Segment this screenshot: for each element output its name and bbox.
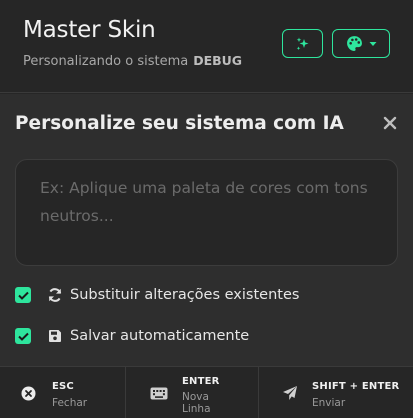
save-icon bbox=[46, 328, 63, 345]
sparkles-icon bbox=[296, 37, 308, 50]
shortcut-key-enter: ENTER bbox=[182, 376, 220, 387]
shortcut-key-esc: ESC bbox=[52, 381, 74, 392]
shortcut-esc: ESC Fechar bbox=[0, 367, 125, 418]
shortcut-key-shift-enter: SHIFT + ENTER bbox=[312, 381, 400, 392]
shortcut-enter: ENTER Nova Linha bbox=[125, 367, 258, 418]
keyboard-icon bbox=[150, 386, 168, 400]
shortcut-action-esc: Fechar bbox=[52, 397, 88, 409]
prompt-input[interactable]: Ex: Aplique uma paleta de cores com tons… bbox=[15, 159, 398, 266]
close-icon bbox=[383, 116, 397, 130]
close-circle-icon bbox=[20, 385, 36, 401]
panel-title: Personalize seu sistema com IA bbox=[15, 113, 344, 134]
debug-badge: DEBUG bbox=[193, 53, 243, 68]
send-icon bbox=[282, 385, 298, 401]
subtitle: Personalizando o sistema DEBUG bbox=[23, 53, 242, 69]
magic-button[interactable] bbox=[282, 29, 323, 58]
palette-button[interactable] bbox=[332, 29, 390, 58]
sync-icon bbox=[46, 287, 63, 304]
ai-panel: Personalize seu sistema com IA Ex: Apliq… bbox=[0, 94, 413, 366]
shortcut-action-shift-enter: Enviar bbox=[312, 397, 346, 409]
shortcut-action-enter: Nova Linha bbox=[182, 391, 211, 415]
option-replace[interactable]: Substituir alterações existentes bbox=[15, 284, 299, 306]
close-button[interactable] bbox=[379, 112, 401, 134]
shortcut-bar: ESC Fechar ENTER Nova Linha SHIFT + ENTE… bbox=[0, 366, 413, 418]
option-autosave[interactable]: Salvar automaticamente bbox=[15, 325, 249, 347]
app-title: Master Skin bbox=[23, 17, 156, 43]
shortcut-shift-enter: SHIFT + ENTER Enviar bbox=[258, 367, 413, 418]
replace-label: Substituir alterações existentes bbox=[70, 287, 300, 303]
header: Master Skin Personalizando o sistema DEBU… bbox=[0, 0, 413, 93]
subtitle-text: Personalizando o sistema bbox=[23, 54, 189, 69]
palette-icon bbox=[346, 36, 362, 51]
replace-checkbox[interactable] bbox=[15, 287, 31, 303]
autosave-checkbox[interactable] bbox=[15, 328, 31, 344]
autosave-label: Salvar automaticamente bbox=[70, 328, 250, 344]
chevron-down-icon bbox=[369, 41, 376, 46]
prompt-placeholder: Ex: Aplique uma paleta de cores com tons… bbox=[40, 179, 368, 225]
